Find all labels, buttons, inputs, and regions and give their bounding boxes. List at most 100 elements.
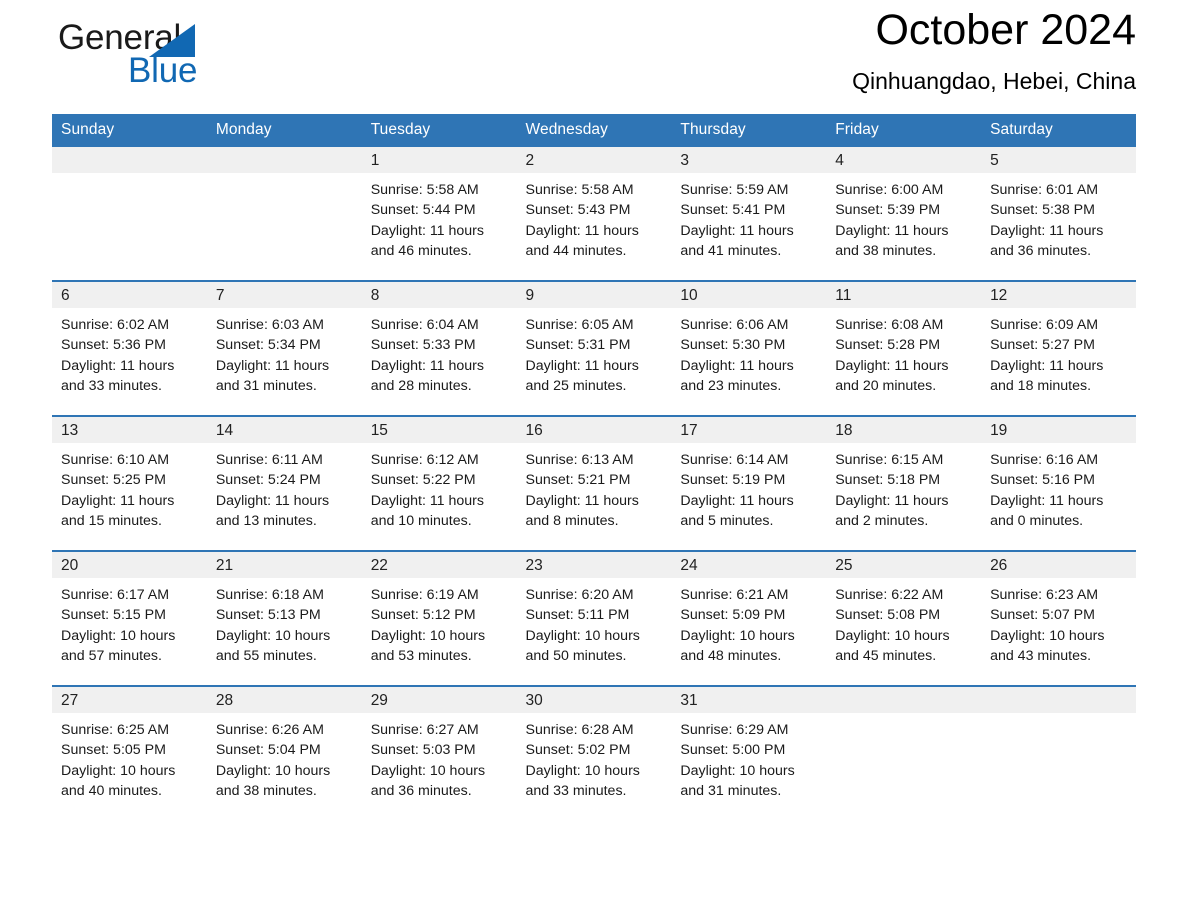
- daylight-duration-line1: Daylight: 10 hours: [61, 627, 176, 644]
- daylight-duration-line2: and 40 minutes.: [61, 782, 162, 799]
- sunset-time: Sunset: 5:07 PM: [990, 607, 1095, 624]
- sunset-time: Sunset: 5:21 PM: [525, 472, 631, 489]
- daylight-duration-line2: and 33 minutes.: [525, 782, 627, 799]
- day-number: 7: [206, 282, 362, 308]
- sunrise-time: Sunrise: 6:26 AM: [215, 722, 324, 738]
- daylight-duration-line2: and 31 minutes.: [680, 782, 782, 799]
- calendar-day-cell[interactable]: 29 Sunrise: 6:27 AM Sunset: 5:03 PM Dayligh…: [361, 685, 517, 820]
- calendar-day-cell[interactable]: 13 Sunrise: 6:10 AM Sunset: 5:25 PM Dayligh…: [52, 415, 207, 551]
- day-number: 20: [52, 552, 207, 578]
- daylight-duration-line2: and 50 minutes.: [525, 647, 627, 664]
- calendar-day-cell[interactable]: 25 Sunrise: 6:22 AM Sunset: 5:08 PM Dayligh…: [826, 550, 982, 686]
- sunrise-time: Sunrise: 6:29 AM: [680, 722, 789, 738]
- day-details: Sunrise: 6:03 AM Sunset: 5:34 PM Daylight:…: [207, 308, 362, 396]
- sunrise-time: Sunrise: 6:10 AM: [61, 452, 170, 468]
- day-number: 17: [671, 417, 827, 443]
- daylight-duration-line2: and 2 minutes.: [835, 512, 929, 529]
- daylight-duration-line1: Daylight: 11 hours: [525, 222, 639, 239]
- sunrise-time: Sunrise: 6:02 AM: [61, 317, 170, 333]
- day-details: Sunrise: 6:05 AM Sunset: 5:31 PM Daylight:…: [517, 308, 672, 396]
- calendar-day-cell[interactable]: 6 Sunrise: 6:02 AM Sunset: 5:36 PM Daylight…: [52, 280, 207, 416]
- day-details: Sunrise: 6:25 AM Sunset: 5:05 PM Daylight:…: [52, 713, 207, 801]
- calendar-day-cell[interactable]: 9 Sunrise: 6:05 AM Sunset: 5:31 PM Daylight…: [516, 280, 672, 416]
- daylight-duration-line1: Daylight: 10 hours: [215, 627, 331, 644]
- daylight-duration-line1: Daylight: 11 hours: [61, 492, 175, 509]
- calendar-day-cell[interactable]: 22 Sunrise: 6:19 AM Sunset: 5:12 PM Dayligh…: [361, 550, 517, 686]
- general-blue-logo: General Blue: [52, 18, 292, 96]
- weekday-header-sunday: Sunday: [52, 114, 207, 147]
- calendar-day-cell[interactable]: 23 Sunrise: 6:20 AM Sunset: 5:11 PM Dayligh…: [516, 550, 672, 686]
- daylight-duration-line1: Daylight: 11 hours: [370, 222, 484, 239]
- sunset-time: Sunset: 5:25 PM: [61, 472, 166, 489]
- sunrise-time: Sunrise: 6:20 AM: [525, 587, 634, 603]
- day-details: Sunrise: 6:09 AM Sunset: 5:27 PM Daylight:…: [981, 308, 1136, 396]
- calendar-day-cell[interactable]: 28 Sunrise: 6:26 AM Sunset: 5:04 PM Dayligh…: [206, 685, 362, 820]
- calendar-day-cell[interactable]: 31 Sunrise: 6:29 AM Sunset: 5:00 PM Dayligh…: [671, 685, 827, 820]
- calendar-day-cell-empty: [52, 147, 207, 281]
- day-number: 30: [516, 687, 672, 713]
- weekday-header-monday: Monday: [206, 114, 362, 147]
- daylight-duration-line1: Daylight: 10 hours: [370, 627, 486, 644]
- calendar-day-cell[interactable]: 3 Sunrise: 5:59 AM Sunset: 5:41 PM Daylight…: [671, 147, 827, 281]
- sunrise-time: Sunrise: 6:14 AM: [680, 452, 789, 468]
- calendar-day-cell[interactable]: 14 Sunrise: 6:11 AM Sunset: 5:24 PM Dayligh…: [206, 415, 362, 551]
- day-number: 21: [206, 552, 362, 578]
- calendar-body: 1 Sunrise: 5:58 AM Sunset: 5:44 PM Daylight…: [52, 147, 1136, 820]
- calendar-day-cell[interactable]: 26 Sunrise: 6:23 AM Sunset: 5:07 PM Dayligh…: [981, 550, 1136, 686]
- day-number: 23: [516, 552, 672, 578]
- calendar-day-cell[interactable]: 17 Sunrise: 6:14 AM Sunset: 5:19 PM Dayligh…: [671, 415, 827, 551]
- page-title: October 2024: [875, 6, 1136, 54]
- daylight-duration-line1: Daylight: 10 hours: [525, 762, 640, 779]
- calendar-day-cell[interactable]: 8 Sunrise: 6:04 AM Sunset: 5:33 PM Daylight…: [361, 280, 517, 416]
- calendar-day-cell[interactable]: 1 Sunrise: 5:58 AM Sunset: 5:44 PM Daylight…: [361, 147, 517, 281]
- calendar-day-cell[interactable]: 20 Sunrise: 6:17 AM Sunset: 5:15 PM Dayligh…: [52, 550, 207, 686]
- daylight-duration-line2: and 36 minutes.: [370, 782, 472, 799]
- sunrise-time: Sunrise: 6:09 AM: [990, 317, 1099, 333]
- day-details: Sunrise: 6:00 AM Sunset: 5:39 PM Daylight:…: [826, 173, 981, 261]
- calendar-day-cell[interactable]: 11 Sunrise: 6:08 AM Sunset: 5:28 PM Dayligh…: [826, 280, 982, 416]
- day-number: [981, 687, 1136, 713]
- day-details: Sunrise: 6:15 AM Sunset: 5:18 PM Daylight:…: [826, 443, 981, 531]
- sunset-time: Sunset: 5:09 PM: [680, 607, 786, 624]
- calendar-day-cell[interactable]: 5 Sunrise: 6:01 AM Sunset: 5:38 PM Daylight…: [981, 147, 1136, 281]
- weekday-header-thursday: Thursday: [671, 114, 827, 147]
- day-number: 14: [206, 417, 362, 443]
- daylight-duration-line2: and 33 minutes.: [61, 377, 162, 394]
- calendar-day-cell[interactable]: 15 Sunrise: 6:12 AM Sunset: 5:22 PM Dayligh…: [361, 415, 517, 551]
- sunrise-time: Sunrise: 6:18 AM: [215, 587, 324, 603]
- sunset-time: Sunset: 5:00 PM: [680, 742, 786, 759]
- daylight-duration-line2: and 38 minutes.: [215, 782, 317, 799]
- calendar-day-cell[interactable]: 10 Sunrise: 6:06 AM Sunset: 5:30 PM Dayligh…: [671, 280, 827, 416]
- calendar-week-row: 1 Sunrise: 5:58 AM Sunset: 5:44 PM Daylight…: [52, 147, 1136, 281]
- daylight-duration-line2: and 10 minutes.: [370, 512, 472, 529]
- sunrise-time: Sunrise: 6:01 AM: [990, 182, 1099, 198]
- calendar-day-cell[interactable]: 21 Sunrise: 6:18 AM Sunset: 5:13 PM Dayligh…: [206, 550, 362, 686]
- day-number: 13: [52, 417, 207, 443]
- calendar-day-cell[interactable]: 27 Sunrise: 6:25 AM Sunset: 5:05 PM Dayligh…: [52, 685, 207, 820]
- sunrise-time: Sunrise: 6:03 AM: [215, 317, 324, 333]
- title-block: October 2024 Qinhuangdao, Hebei, China: [852, 4, 1136, 96]
- day-number: 31: [671, 687, 827, 713]
- daylight-duration-line1: Daylight: 11 hours: [215, 492, 330, 509]
- calendar-day-cell[interactable]: 18 Sunrise: 6:15 AM Sunset: 5:18 PM Dayligh…: [826, 415, 982, 551]
- calendar-day-cell[interactable]: 12 Sunrise: 6:09 AM Sunset: 5:27 PM Dayligh…: [981, 280, 1136, 416]
- sunset-time: Sunset: 5:02 PM: [525, 742, 631, 759]
- sunset-time: Sunset: 5:16 PM: [990, 472, 1095, 489]
- day-details: Sunrise: 6:08 AM Sunset: 5:28 PM Daylight:…: [826, 308, 981, 396]
- calendar-day-cell[interactable]: 4 Sunrise: 6:00 AM Sunset: 5:39 PM Daylight…: [826, 147, 982, 281]
- day-number: 28: [206, 687, 362, 713]
- day-details: Sunrise: 6:10 AM Sunset: 5:25 PM Daylight:…: [52, 443, 207, 531]
- calendar-day-cell[interactable]: 16 Sunrise: 6:13 AM Sunset: 5:21 PM Dayligh…: [516, 415, 672, 551]
- daylight-duration-line2: and 45 minutes.: [835, 647, 937, 664]
- calendar-day-cell[interactable]: 19 Sunrise: 6:16 AM Sunset: 5:16 PM Dayligh…: [981, 415, 1136, 551]
- calendar-day-cell-empty: [206, 147, 362, 281]
- sunset-time: Sunset: 5:13 PM: [215, 607, 321, 624]
- day-number: 26: [981, 552, 1136, 578]
- calendar-day-cell[interactable]: 7 Sunrise: 6:03 AM Sunset: 5:34 PM Daylight…: [206, 280, 362, 416]
- day-details: Sunrise: 6:02 AM Sunset: 5:36 PM Daylight:…: [52, 308, 207, 396]
- day-number: 18: [826, 417, 982, 443]
- calendar-day-cell[interactable]: 2 Sunrise: 5:58 AM Sunset: 5:43 PM Daylight…: [516, 147, 672, 281]
- calendar-day-cell[interactable]: 24 Sunrise: 6:21 AM Sunset: 5:09 PM Dayligh…: [671, 550, 827, 686]
- sunrise-time: Sunrise: 6:22 AM: [835, 587, 944, 603]
- calendar-day-cell[interactable]: 30 Sunrise: 6:28 AM Sunset: 5:02 PM Dayligh…: [516, 685, 672, 820]
